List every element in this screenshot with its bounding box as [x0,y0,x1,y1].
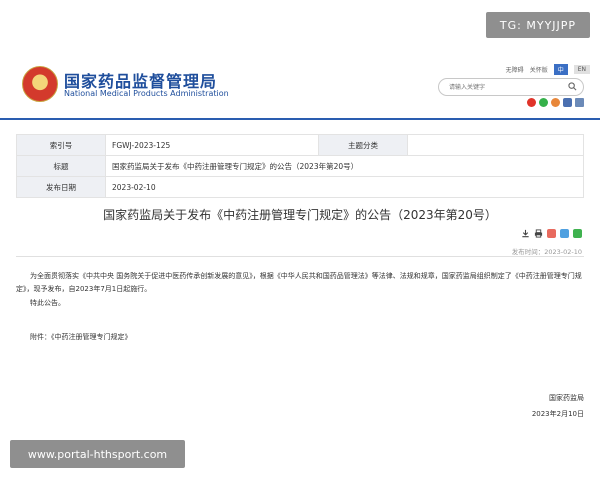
download-icon[interactable] [521,229,530,238]
meta-table: 索引号 FGWJ-2023-125 主题分类 标题 国家药监局关于发布《中药注册… [16,134,584,198]
site-header: 国家药品监督管理局 National Medical Products Admi… [0,58,600,118]
top-links: 无障碍 关怀版 中 EN [506,64,590,75]
weibo-icon[interactable] [527,98,536,107]
lang-en-button[interactable]: EN [573,65,590,74]
signature-date: 2023年2月10日 [531,410,584,418]
paragraph-2: 特此公告。 [30,299,65,307]
share-wechat-icon[interactable] [573,229,582,238]
watermark-bottom: www.portal-hthsport.com [10,440,185,468]
title-label: 标题 [16,155,106,177]
publish-time: 发布时间：2023-02-10 [511,248,582,256]
wechat-icon[interactable] [539,98,548,107]
header-divider [0,118,600,120]
attachment-link[interactable]: 附件：《中药注册管理专门规定》 [30,332,132,342]
care-version-link[interactable]: 关怀版 [530,65,548,74]
table-row: 索引号 FGWJ-2023-125 主题分类 [16,134,584,156]
search-box [438,78,584,96]
table-row: 发布日期 2023-02-10 [16,176,584,198]
title-value: 国家药监局关于发布《中药注册管理专门规定》的公告（2023年第20号） [105,155,584,177]
paragraph-1: 为全面贯彻落实《中共中央 国务院关于促进中医药传承创新发展的意见》，根据《中华人… [16,272,582,293]
heart-icon[interactable] [551,98,560,107]
index-label: 索引号 [16,134,106,156]
lang-cn-button[interactable]: 中 [553,64,568,75]
social-icons [527,98,584,107]
date-value: 2023-02-10 [105,176,584,198]
article-body: 为全面贯彻落实《中共中央 国务院关于促进中医药传承创新发展的意见》，根据《中华人… [16,270,582,310]
content-divider [16,256,584,257]
site-name-en: National Medical Products Administration [64,89,229,98]
date-label: 发布日期 [16,176,106,198]
email-icon[interactable] [575,98,584,107]
print-icon[interactable] [534,229,543,238]
national-emblem-icon [22,66,58,102]
article-title: 国家药监局关于发布《中药注册管理专门规定》的公告（2023年第20号） [103,208,497,222]
search-input[interactable] [447,80,561,95]
watermark-top: TG: MYYJJPP [486,12,590,38]
index-value: FGWJ-2023-125 [105,134,319,156]
category-value [407,134,584,156]
signature-org: 国家药监局 [549,394,584,402]
share-weibo-icon[interactable] [547,229,556,238]
table-row: 标题 国家药监局关于发布《中药注册管理专门规定》的公告（2023年第20号） [16,155,584,177]
accessibility-link[interactable]: 无障碍 [506,65,524,74]
share-qzone-icon[interactable] [560,229,569,238]
article-tools [521,229,582,238]
mobile-icon[interactable] [563,98,572,107]
category-label: 主题分类 [318,134,408,156]
search-icon[interactable] [568,82,577,91]
